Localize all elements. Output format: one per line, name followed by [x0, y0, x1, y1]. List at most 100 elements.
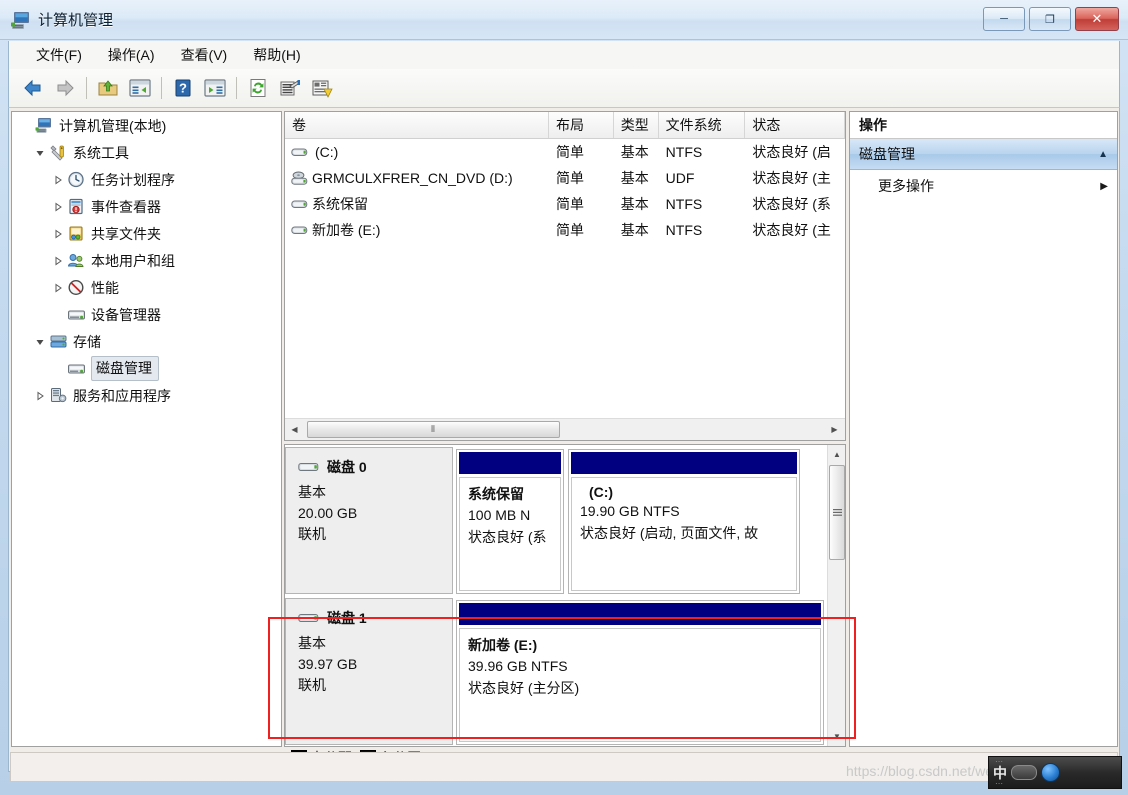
chevron-right-icon[interactable]: ▶ [1100, 181, 1108, 192]
scroll-left-icon[interactable]: ◀ [285, 420, 304, 439]
partition-color-bar [459, 452, 561, 474]
tree-expander[interactable] [50, 307, 66, 323]
tree-expander-collapsed[interactable] [50, 253, 66, 269]
partition-c-drive[interactable]: (C:) 19.90 GB NTFS 状态良好 (启动, 页面文件, 故 [568, 449, 800, 594]
tree-expander-collapsed[interactable] [50, 280, 66, 296]
back-icon[interactable] [18, 74, 48, 102]
rescan-disks-icon[interactable] [307, 74, 337, 102]
volume-list-header: 卷 布局 类型 文件系统 状态 [285, 112, 845, 139]
computer-management-icon [10, 9, 32, 31]
tree-item-performance[interactable]: 性能 [12, 274, 281, 301]
disk-state: 联机 [298, 526, 326, 542]
table-row[interactable]: GRMCULXFRER_CN_DVD (D:) 简单 基本 UDF 状态良好 (… [285, 165, 845, 191]
partition-name: (C:) [589, 484, 614, 500]
tree-item-task-scheduler[interactable]: 任务计划程序 [12, 166, 281, 193]
column-header-status[interactable]: 状态 [745, 112, 845, 138]
tree-item-device-manager[interactable]: 设备管理器 [12, 301, 281, 328]
tree-expander-collapsed[interactable] [50, 199, 66, 215]
table-row[interactable]: 系统保留 简单 基本 NTFS 状态良好 (系 [285, 191, 845, 217]
disk-0-info[interactable]: 磁盘 0 基本 20.00 GB 联机 [285, 447, 453, 594]
tree-item-shared-folders[interactable]: 共享文件夹 [12, 220, 281, 247]
actions-pane: 操作 磁盘管理 ▲ 更多操作 ▶ [849, 111, 1118, 747]
computer-icon [34, 117, 54, 135]
tree-item-storage[interactable]: 存储 [12, 328, 281, 355]
tree-item-system-tools[interactable]: 系统工具 [12, 139, 281, 166]
tree-item-event-viewer[interactable]: 事件查看器 [12, 193, 281, 220]
tree-expander-expanded[interactable] [32, 145, 48, 161]
disk-1-row[interactable]: 磁盘 1 基本 39.97 GB 联机 新加卷 (E:) 39.96 GB NT… [285, 598, 830, 745]
action-more-actions[interactable]: 更多操作 ▶ [850, 170, 1117, 202]
partition-system-reserved[interactable]: 系统保留 100 MB N 状态良好 (系 [456, 449, 564, 594]
volume-name: 系统保留 [312, 196, 368, 212]
toolbar-separator [161, 77, 162, 99]
disk-title: 磁盘 1 [327, 610, 367, 626]
chevron-up-icon[interactable]: ▲ [1098, 149, 1108, 160]
column-header-filesystem[interactable]: 文件系统 [658, 112, 746, 138]
tree-expander-expanded[interactable] [32, 334, 48, 350]
close-button[interactable]: ✕ [1075, 7, 1119, 31]
hard-disk-icon [289, 146, 309, 159]
up-folder-icon[interactable] [93, 74, 123, 102]
minimize-button[interactable]: ─ [983, 7, 1025, 31]
toolbar-separator [86, 77, 87, 99]
tree-item-services-applications[interactable]: 服务和应用程序 [12, 382, 281, 409]
disk-graphical-view-pane[interactable]: 磁盘 0 基本 20.00 GB 联机 系统保留 100 MB N 状态良好 (… [284, 444, 846, 747]
disk-1-info[interactable]: 磁盘 1 基本 39.97 GB 联机 [285, 598, 453, 745]
ime-drag-handle-bottom[interactable]: ⋯ [995, 780, 1011, 788]
svg-text:?: ? [179, 81, 187, 96]
partition-color-bar [571, 452, 797, 474]
ime-keyboard-icon[interactable] [1011, 765, 1037, 780]
volume-list-pane[interactable]: 卷 布局 类型 文件系统 状态 (C:) 简单 基本 NTFS 状态良好 (启 … [284, 111, 846, 441]
tree-expander-collapsed[interactable] [50, 172, 66, 188]
tree-item-local-users-groups[interactable]: 本地用户和组 [12, 247, 281, 274]
tree-expander-collapsed[interactable] [32, 388, 48, 404]
tree-item-disk-management[interactable]: 磁盘管理 [12, 355, 281, 382]
tree-expander[interactable] [18, 118, 34, 134]
menu-help[interactable]: 帮助(H) [240, 42, 313, 68]
scroll-down-icon[interactable]: ▼ [829, 728, 845, 745]
vertical-scroll-thumb[interactable] [829, 465, 845, 560]
minimize-icon: ─ [1000, 13, 1008, 25]
disk-0-row[interactable]: 磁盘 0 基本 20.00 GB 联机 系统保留 100 MB N 状态良好 (… [285, 447, 830, 594]
export-list-icon[interactable] [275, 74, 305, 102]
table-row[interactable]: 新加卷 (E:) 简单 基本 NTFS 状态良好 (主 [285, 217, 845, 243]
partition-e-drive[interactable]: 新加卷 (E:) 39.96 GB NTFS 状态良好 (主分区) [456, 600, 824, 745]
maximize-button[interactable]: ❐ [1029, 7, 1071, 31]
menu-action[interactable]: 操作(A) [95, 42, 168, 68]
show-tree-pane-icon[interactable] [125, 74, 155, 102]
console-tree-pane[interactable]: 计算机管理(本地) 系统工具 任务计划程序 事件查看器 共享文件夹 本地用户和组… [11, 111, 282, 747]
column-header-volume[interactable]: 卷 [285, 112, 550, 138]
partition-status: 状态良好 (启动, 页面文件, 故 [580, 525, 759, 541]
horizontal-scroll-thumb[interactable]: ⦀ [307, 421, 560, 438]
disk-view-vertical-scrollbar[interactable]: ▲ ▼ [827, 445, 845, 746]
refresh-icon[interactable] [243, 74, 273, 102]
menu-file[interactable]: 文件(F) [23, 42, 95, 68]
ime-drag-handle-top[interactable]: ⋯ [995, 758, 1011, 766]
volume-list-horizontal-scrollbar[interactable]: ◀ ⦀ ▶ [285, 418, 845, 440]
show-action-pane-icon[interactable] [200, 74, 230, 102]
volume-layout: 简单 [556, 170, 585, 186]
volume-layout: 简单 [556, 196, 585, 212]
help-icon[interactable]: ? [168, 74, 198, 102]
actions-group-disk-management[interactable]: 磁盘管理 ▲ [850, 139, 1117, 170]
disk-0-partitions: 系统保留 100 MB N 状态良好 (系 (C:) 19.90 GB NTFS… [453, 447, 830, 594]
column-header-type[interactable]: 类型 [613, 112, 659, 138]
tree-item-computer-management[interactable]: 计算机管理(本地) [12, 112, 281, 139]
forward-icon[interactable] [50, 74, 80, 102]
ime-logo-icon[interactable] [1041, 763, 1060, 782]
scroll-up-icon[interactable]: ▲ [829, 446, 845, 463]
menu-view[interactable]: 查看(V) [168, 42, 241, 68]
client-area: 计算机管理(本地) 系统工具 任务计划程序 事件查看器 共享文件夹 本地用户和组… [8, 108, 1120, 772]
column-header-layout[interactable]: 布局 [549, 112, 614, 138]
volume-type: 基本 [620, 196, 649, 212]
shared-folders-icon [66, 225, 86, 243]
tree-expander[interactable] [50, 361, 66, 377]
table-row[interactable]: (C:) 简单 基本 NTFS 状态良好 (启 [285, 139, 845, 165]
volume-type: 基本 [620, 222, 649, 238]
volume-layout: 简单 [556, 144, 585, 160]
tree-expander-collapsed[interactable] [50, 226, 66, 242]
ime-language-bar[interactable]: ⋯ ⋯ 中 [988, 756, 1122, 789]
scroll-right-icon[interactable]: ▶ [825, 420, 844, 439]
disk-state: 联机 [298, 677, 326, 693]
volume-status: 状态良好 (主 [752, 170, 831, 186]
